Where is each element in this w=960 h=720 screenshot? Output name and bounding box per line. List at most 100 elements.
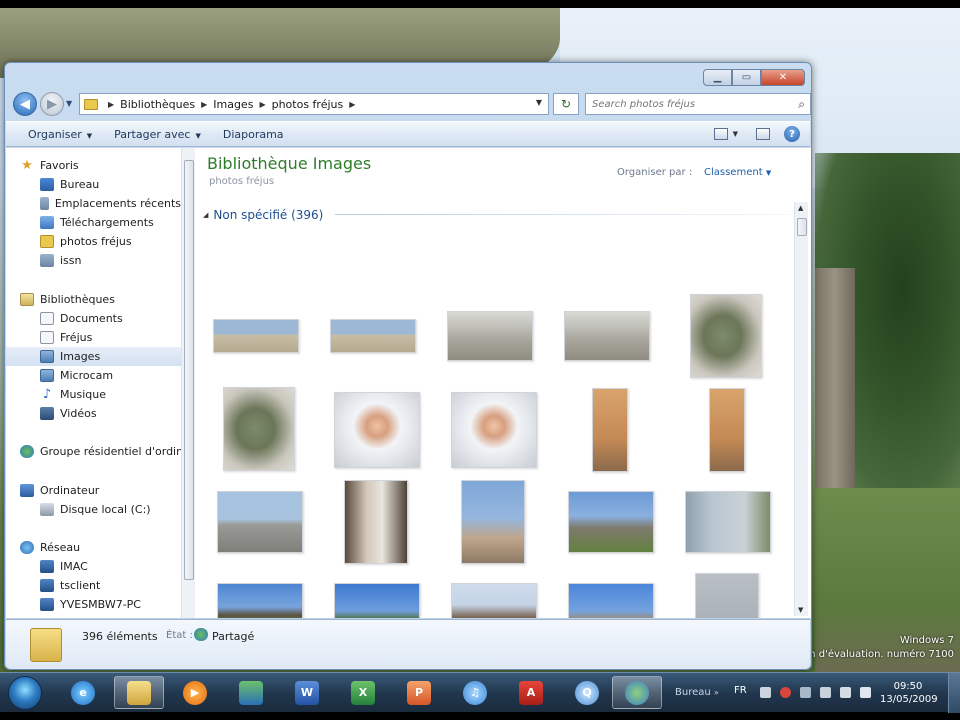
photo-thumbnail[interactable] <box>217 491 303 553</box>
photo-thumbnail[interactable] <box>461 480 525 564</box>
nav-libraries[interactable]: Bibliothèques <box>20 290 181 309</box>
nav-item-photos-frejus[interactable]: photos fréjus <box>6 232 181 251</box>
navigation-scrollbar[interactable] <box>181 148 195 618</box>
minimize-button[interactable]: ▁ <box>703 69 732 86</box>
group-header[interactable]: ◢ Non spécifié (396) <box>203 206 793 224</box>
nav-item-desktop[interactable]: Bureau <box>6 175 181 194</box>
chevron-down-icon[interactable]: ▼ <box>733 130 738 138</box>
help-icon[interactable]: ? <box>784 126 800 142</box>
share-with-menu[interactable]: Partager avec ▼ <box>114 128 201 141</box>
maximize-button[interactable]: ▭ <box>732 69 761 86</box>
content-scroll-thumb[interactable] <box>797 218 807 236</box>
nav-item-issn[interactable]: issn <box>6 251 181 270</box>
preview-pane-icon[interactable] <box>756 128 770 140</box>
watermark-line1: Windows 7 <box>899 635 954 646</box>
nav-item-videos[interactable]: Vidéos <box>6 404 181 423</box>
nav-item-documents[interactable]: Documents <box>6 309 181 328</box>
video-icon <box>40 407 54 420</box>
show-hidden-icons-icon[interactable] <box>760 687 771 698</box>
nav-item-frejus[interactable]: Fréjus <box>6 328 181 347</box>
taskbar-quicktime[interactable]: Q <box>562 676 612 709</box>
chevron-down-icon: ▼ <box>86 131 93 140</box>
taskbar-app-screen[interactable] <box>226 676 276 709</box>
nav-item-music[interactable]: ♪ Musique <box>6 385 181 404</box>
breadcrumb-libraries[interactable]: Bibliothèques <box>120 98 195 111</box>
display-icon[interactable] <box>840 687 851 698</box>
nav-network[interactable]: Réseau <box>20 538 181 557</box>
refresh-button[interactable]: ↻ <box>553 93 579 115</box>
scroll-down-arrow-icon[interactable]: ▼ <box>798 606 803 614</box>
photo-thumbnail[interactable] <box>685 491 771 553</box>
taskbar-internet-explorer[interactable]: e <box>58 676 108 709</box>
photo-thumbnail[interactable] <box>451 392 537 468</box>
language-indicator[interactable]: FR <box>734 685 747 696</box>
nav-item-tsclient[interactable]: tsclient <box>6 576 181 595</box>
show-desktop-button[interactable] <box>948 673 960 713</box>
nav-item-images[interactable]: Images <box>6 347 181 366</box>
search-icon[interactable]: ⌕ <box>798 97 805 112</box>
nav-item-microcam[interactable]: Microcam <box>6 366 181 385</box>
photo-thumbnail[interactable] <box>217 583 303 618</box>
signal-icon[interactable] <box>820 687 831 698</box>
photo-thumbnail[interactable] <box>334 392 420 468</box>
nav-homegroup[interactable]: Groupe résidentiel d'ordin <box>20 442 181 461</box>
address-bar[interactable]: ▶ Bibliothèques ▶ Images ▶ photos fréjus… <box>79 93 549 115</box>
close-button[interactable]: ✕ <box>761 69 805 86</box>
back-button[interactable]: ◀ <box>13 92 37 116</box>
start-button[interactable] <box>8 676 42 710</box>
content-scrollbar[interactable]: ▲ ▼ <box>794 202 808 616</box>
action-center-icon[interactable] <box>780 687 791 698</box>
photo-thumbnail[interactable] <box>451 583 537 618</box>
nav-item-recent-places[interactable]: Emplacements récents <box>6 194 181 213</box>
nav-item-local-disk[interactable]: Disque local (C:) <box>6 500 181 519</box>
breadcrumb-images[interactable]: Images <box>213 98 253 111</box>
clock[interactable]: 09:50 13/05/2009 <box>880 680 938 706</box>
chevron-right-icon[interactable]: ▶ <box>108 100 114 109</box>
chevron-down-icon[interactable]: ▼ <box>536 98 542 107</box>
network-icon[interactable] <box>800 687 811 698</box>
chevron-right-icon[interactable]: ▶ <box>349 100 355 109</box>
nav-item-yvesmbw7[interactable]: YVESMBW7-PC <box>6 595 181 614</box>
scroll-up-arrow-icon[interactable]: ▲ <box>798 204 803 212</box>
photo-thumbnail[interactable] <box>592 388 628 472</box>
volume-icon[interactable] <box>860 687 871 698</box>
photo-thumbnail[interactable] <box>447 311 533 361</box>
taskbar-explorer[interactable] <box>114 676 164 709</box>
recent-pages-dropdown[interactable]: ▼ <box>66 99 72 108</box>
nav-item-imac[interactable]: IMAC <box>6 557 181 576</box>
taskbar-excel[interactable]: X <box>338 676 388 709</box>
photo-thumbnail[interactable] <box>330 319 416 353</box>
search-box[interactable]: ⌕ <box>585 93 811 115</box>
photo-thumbnail[interactable] <box>568 491 654 553</box>
organize-menu[interactable]: Organiser ▼ <box>28 128 92 141</box>
slideshow-button[interactable]: Diaporama <box>223 128 284 141</box>
search-input[interactable] <box>586 94 786 114</box>
taskbar-itunes[interactable]: ♫ <box>450 676 500 709</box>
arrange-by-dropdown[interactable]: Classement ▼ <box>704 167 771 178</box>
photo-thumbnail[interactable] <box>709 388 745 472</box>
taskbar-powerpoint[interactable]: P <box>394 676 444 709</box>
chevron-right-icon[interactable]: ▶ <box>201 100 207 109</box>
navigation-scroll-thumb[interactable] <box>184 160 194 580</box>
taskbar-homegroup[interactable] <box>612 676 662 709</box>
breadcrumb-photos-frejus[interactable]: photos fréjus <box>272 98 344 111</box>
photo-thumbnail[interactable] <box>568 583 654 618</box>
photo-thumbnail[interactable] <box>690 294 762 378</box>
change-view-icon[interactable] <box>713 128 728 140</box>
collapse-triangle-icon[interactable]: ◢ <box>203 211 208 219</box>
taskbar-word[interactable]: W <box>282 676 332 709</box>
nav-item-downloads[interactable]: Téléchargements <box>6 213 181 232</box>
photo-thumbnail[interactable] <box>213 319 299 353</box>
taskbar-media-player[interactable]: ▶ <box>170 676 220 709</box>
photo-thumbnail[interactable] <box>334 583 420 618</box>
photo-thumbnail[interactable] <box>695 573 759 618</box>
nav-computer[interactable]: Ordinateur <box>20 481 181 500</box>
photo-thumbnail[interactable] <box>223 387 295 471</box>
forward-button[interactable]: ▶ <box>40 92 64 116</box>
photo-thumbnail[interactable] <box>564 311 650 361</box>
desktop-toolbar-label[interactable]: Bureau » <box>675 687 719 698</box>
taskbar-acrobat[interactable]: A <box>506 676 556 709</box>
chevron-right-icon[interactable]: ▶ <box>259 100 265 109</box>
photo-thumbnail[interactable] <box>344 480 408 564</box>
nav-favorites[interactable]: ★ Favoris <box>20 156 181 175</box>
